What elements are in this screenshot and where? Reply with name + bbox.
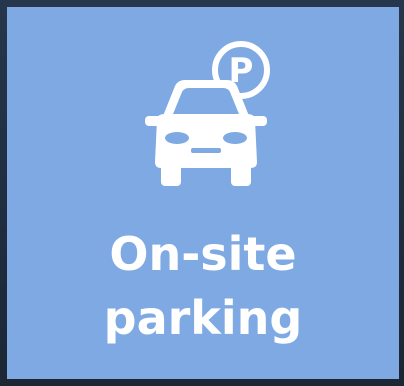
tile-label-line-1: On-site — [109, 227, 297, 281]
car-parking-icon: P — [123, 34, 283, 194]
tile-label-line-2: parking — [103, 291, 303, 345]
tile-label: On-site parking — [104, 222, 303, 350]
on-site-parking-tile[interactable]: P On-site parking — [7, 7, 399, 379]
screen-frame: P On-site parking — [0, 0, 404, 386]
